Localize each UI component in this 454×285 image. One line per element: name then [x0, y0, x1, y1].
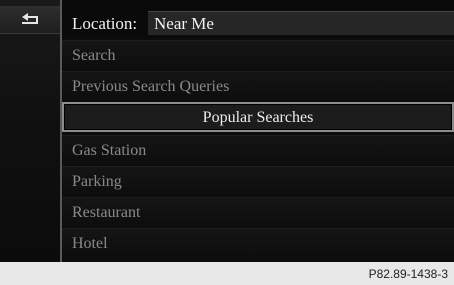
menu-item-label: Previous Search Queries — [72, 78, 230, 95]
figure-code: P82.89-1438-3 — [368, 267, 448, 281]
menu-item-label: Popular Searches — [202, 109, 314, 126]
back-arrow-icon — [22, 13, 38, 24]
figure-caption-bar: P82.89-1438-3 — [0, 262, 454, 285]
location-value: Near Me — [154, 14, 214, 33]
menu-item-label: Hotel — [72, 235, 108, 252]
navigation-screen: Location: Near Me Search Previous Search… — [0, 0, 454, 285]
menu-item-parking[interactable]: Parking — [62, 166, 454, 196]
menu-item-popular-searches[interactable]: Popular Searches — [62, 102, 454, 132]
menu-item-gas-station[interactable]: Gas Station — [62, 135, 454, 165]
menu-item-previous-search-queries[interactable]: Previous Search Queries — [62, 71, 454, 101]
menu-item-hotel[interactable]: Hotel — [62, 228, 454, 258]
search-menu: Search Previous Search Queries Popular S… — [62, 40, 454, 262]
location-label: Location: — [72, 14, 138, 33]
back-button[interactable] — [0, 6, 60, 34]
menu-item-restaurant[interactable]: Restaurant — [62, 197, 454, 227]
left-column — [0, 0, 60, 262]
menu-item-search[interactable]: Search — [62, 40, 454, 70]
menu-panel: Location: Near Me Search Previous Search… — [0, 0, 454, 262]
location-field[interactable]: Near Me — [148, 11, 454, 35]
menu-item-label: Gas Station — [72, 142, 147, 159]
menu-item-label: Search — [72, 47, 116, 64]
menu-item-label: Restaurant — [72, 204, 141, 221]
location-header: Location: Near Me — [62, 0, 454, 38]
menu-item-label: Parking — [72, 173, 122, 190]
